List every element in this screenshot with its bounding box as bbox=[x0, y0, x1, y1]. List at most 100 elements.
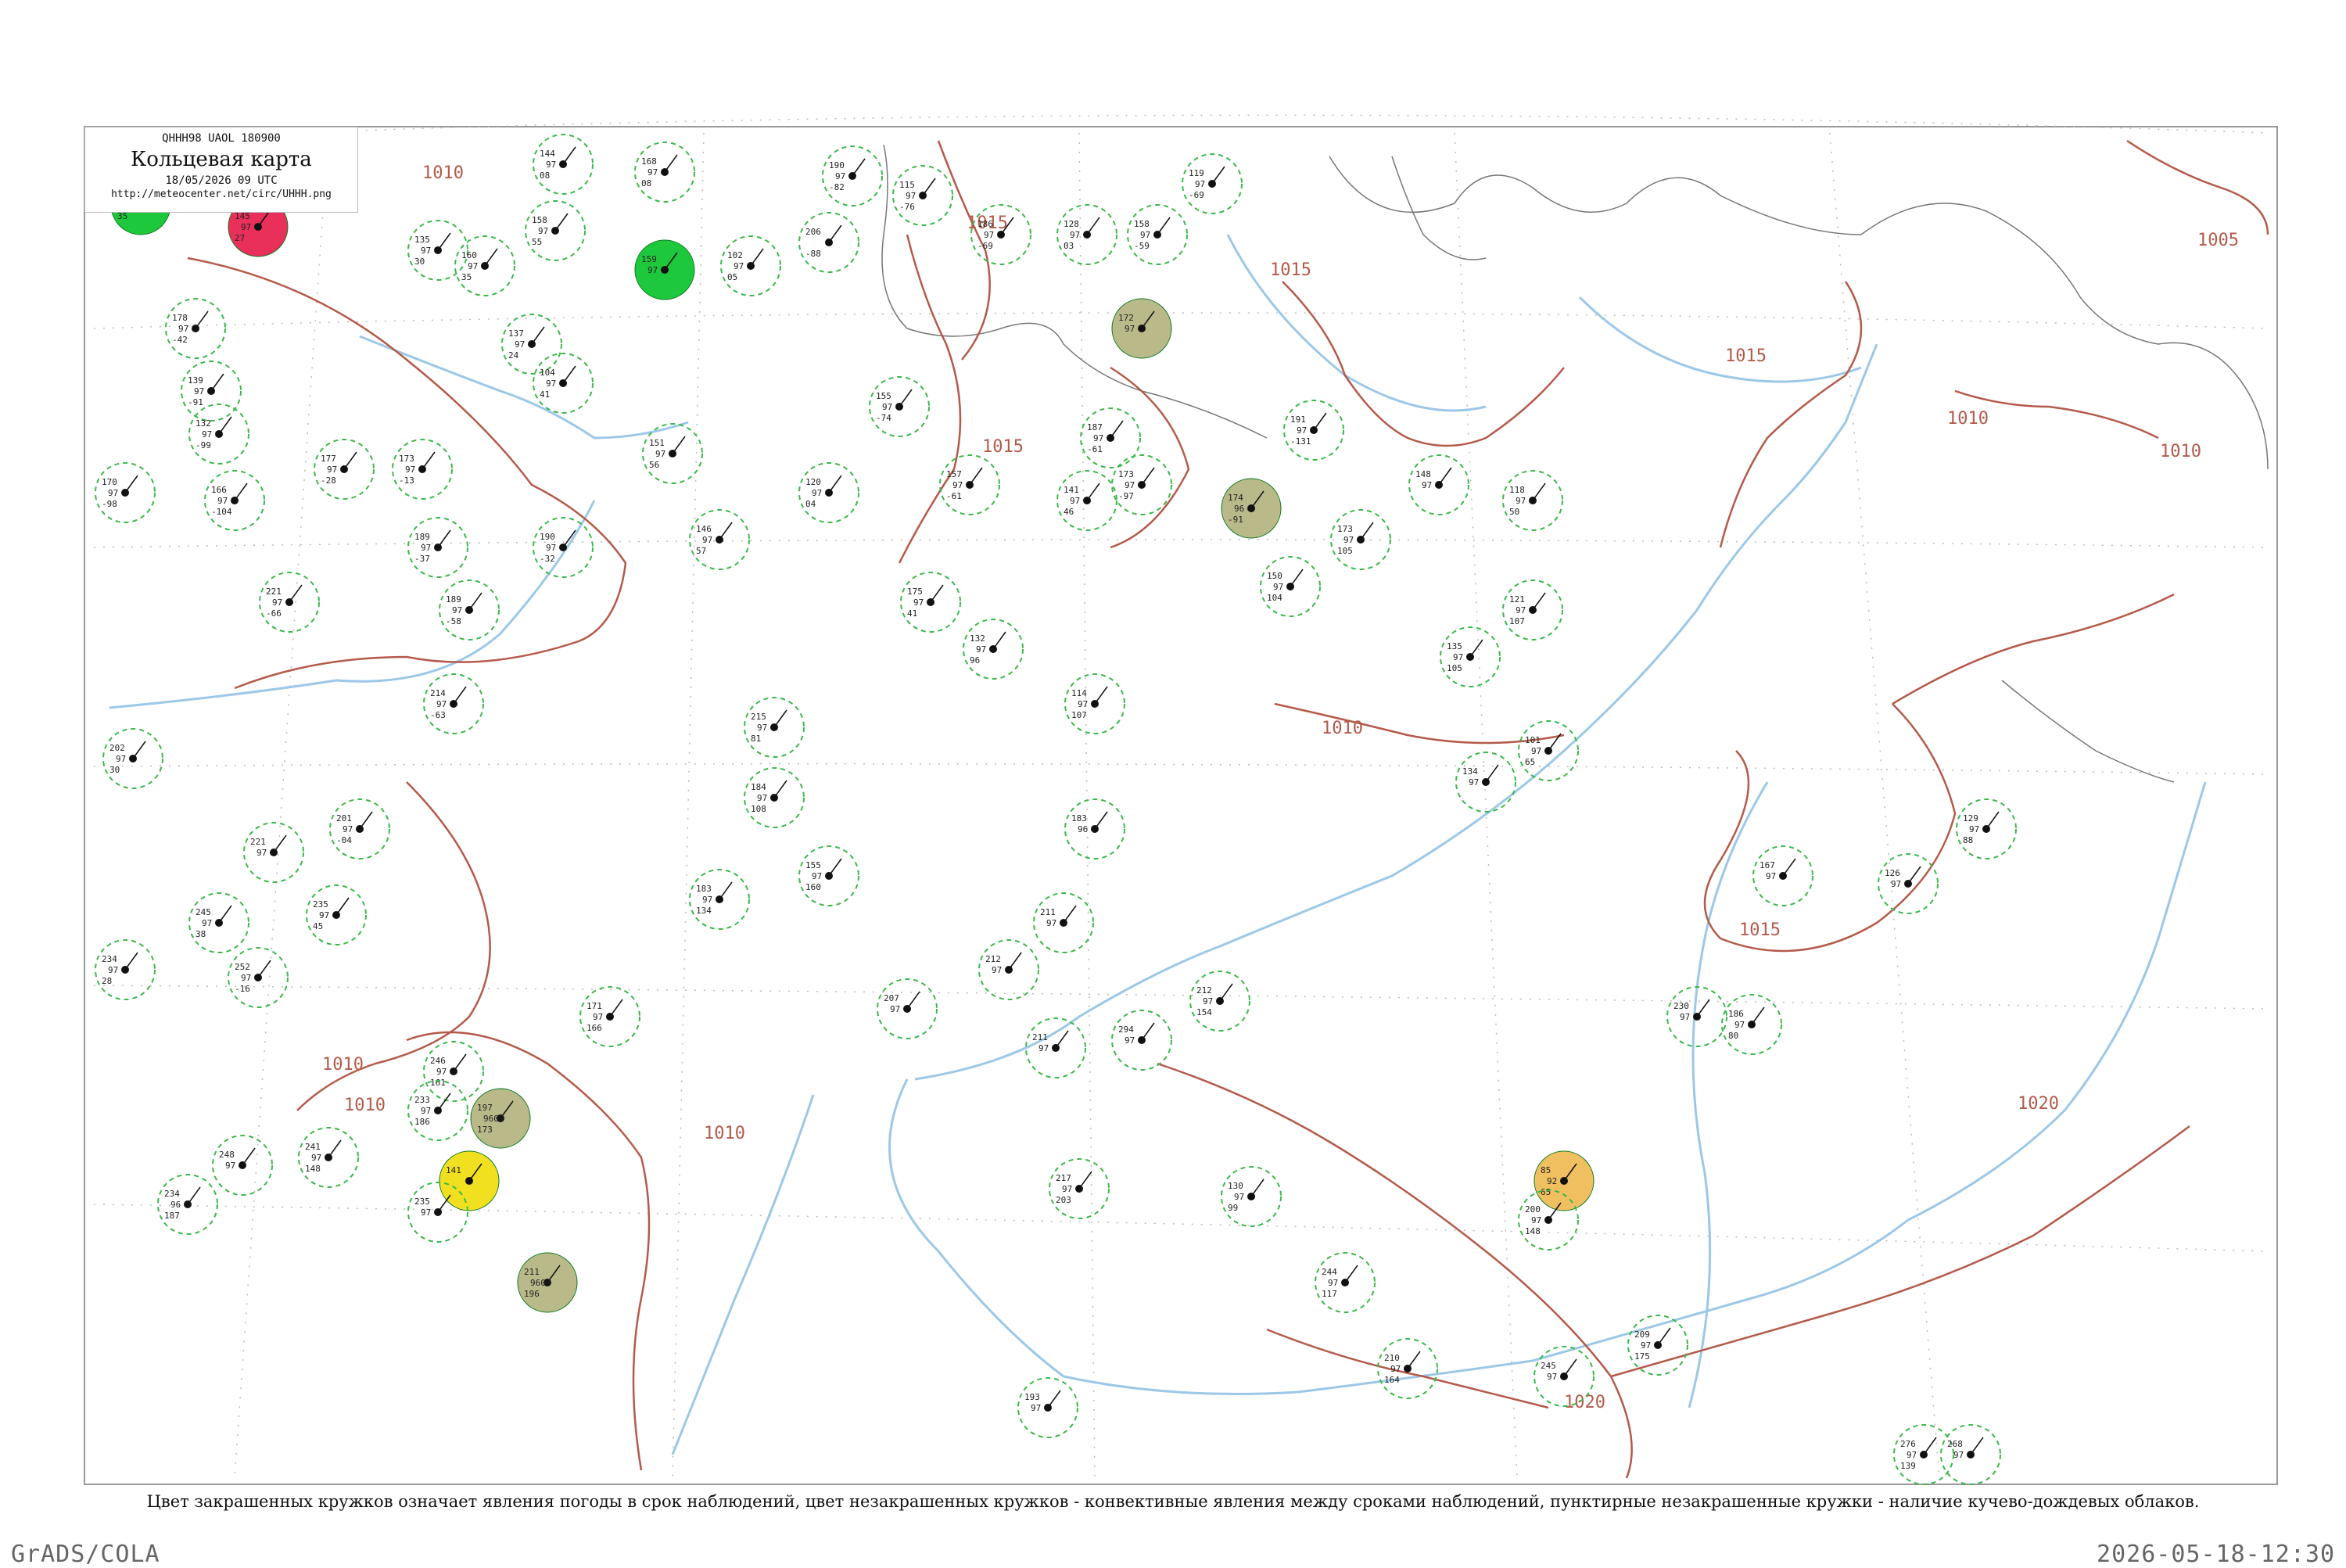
station-temperature: 9600 bbox=[530, 1278, 551, 1288]
station-temperature: 97 bbox=[1453, 652, 1463, 662]
station-dewpoint: 107 bbox=[1509, 616, 1525, 626]
station-dewpoint: 148 bbox=[1525, 1226, 1541, 1236]
station-pressure: 189 bbox=[446, 594, 461, 605]
isobar-label: 1020 bbox=[2018, 1094, 2059, 1114]
station-temperature: 97 bbox=[1070, 496, 1080, 506]
station-dewpoint: 108 bbox=[751, 804, 766, 814]
station-pressure: 206 bbox=[805, 227, 821, 237]
station-pressure: 166 bbox=[211, 485, 227, 495]
station-dewpoint: 30 bbox=[109, 765, 120, 775]
station-dewpoint: -61 bbox=[946, 491, 962, 501]
station-pressure: 174 bbox=[1228, 493, 1243, 503]
map-date: 18/05/2026 09 UTC bbox=[165, 174, 278, 187]
station-pressure: 212 bbox=[985, 954, 1001, 964]
station-temperature: 97 bbox=[405, 465, 415, 475]
station-pressure: 183 bbox=[696, 884, 712, 894]
station-temperature: 97 bbox=[1641, 1340, 1651, 1351]
station-pressure: 200 bbox=[1525, 1204, 1541, 1215]
map-border bbox=[84, 126, 2278, 1485]
station-pressure: 215 bbox=[751, 712, 766, 722]
station-dewpoint: -82 bbox=[829, 182, 845, 192]
station-pressure: 248 bbox=[219, 1150, 235, 1160]
station-dewpoint: 46 bbox=[1064, 507, 1074, 517]
station-dewpoint: -97 bbox=[1118, 491, 1134, 501]
isobar-label: 1010 bbox=[1322, 719, 1363, 738]
station-pressure: 130 bbox=[1228, 1181, 1243, 1191]
station-pressure: 244 bbox=[1322, 1267, 1337, 1277]
station-temperature: 97 bbox=[116, 754, 126, 764]
map-legend-box: QHHH98 UAOL 180900 Кольцевая карта 18/05… bbox=[84, 127, 358, 213]
station-temperature: 97 bbox=[1516, 496, 1526, 506]
station-pressure: 155 bbox=[876, 391, 891, 401]
station-pressure: 276 bbox=[1900, 1439, 1916, 1449]
station-temperature: 97 bbox=[202, 429, 212, 440]
isobar-label: 1015 bbox=[1270, 260, 1311, 280]
station-dewpoint: -74 bbox=[876, 413, 891, 423]
station-pressure: 221 bbox=[250, 837, 266, 847]
station-temperature: 97 bbox=[1343, 535, 1354, 545]
station-pressure: 173 bbox=[399, 454, 414, 464]
station-temperature: 97 bbox=[468, 261, 478, 271]
station-temperature: 97 bbox=[1038, 1043, 1049, 1053]
station-pressure: 132 bbox=[196, 418, 211, 429]
station-temperature: 97 bbox=[1547, 1372, 1557, 1382]
station-temperature: 97 bbox=[812, 488, 822, 498]
station-pressure: 235 bbox=[313, 899, 328, 910]
station-pressure: 184 bbox=[751, 782, 766, 792]
station-pressure: 245 bbox=[1541, 1361, 1556, 1371]
station-dewpoint: -32 bbox=[540, 554, 555, 564]
station-temperature: 97 bbox=[1516, 605, 1526, 615]
station-pressure: 212 bbox=[1196, 985, 1212, 996]
station-temperature: 97 bbox=[343, 824, 353, 834]
station-pressure: 211 bbox=[1032, 1032, 1048, 1042]
station-temperature: 97 bbox=[1969, 824, 1979, 834]
station-dewpoint: 41 bbox=[907, 608, 917, 619]
station-temperature: 97 bbox=[702, 535, 712, 545]
station-dewpoint: 03 bbox=[1064, 241, 1074, 251]
station-temperature: 97 bbox=[1093, 433, 1103, 443]
station-temperature: 97 bbox=[1328, 1278, 1338, 1288]
station-dewpoint: 81 bbox=[751, 734, 761, 744]
station-dewpoint: 30 bbox=[414, 257, 425, 267]
station-temperature: 97 bbox=[272, 597, 282, 608]
station-temperature: 97 bbox=[421, 543, 431, 553]
station-temperature: 97 bbox=[319, 910, 329, 920]
station-pressure: 155 bbox=[805, 860, 821, 870]
station-temperature: 97 bbox=[1070, 230, 1080, 240]
station-pressure: 85 bbox=[1541, 1165, 1551, 1175]
station-pressure: 294 bbox=[1118, 1024, 1134, 1035]
station-dewpoint: -91 bbox=[188, 397, 203, 407]
station-temperature: 97 bbox=[225, 1161, 235, 1171]
station-dewpoint: 107 bbox=[1071, 710, 1087, 720]
station-pressure: 209 bbox=[1634, 1329, 1650, 1340]
station-pressure: 241 bbox=[305, 1142, 321, 1152]
station-pressure: 172 bbox=[1118, 313, 1134, 323]
station-dewpoint: -04 bbox=[336, 835, 352, 845]
station-dewpoint: 27 bbox=[235, 233, 245, 243]
station-temperature: 97 bbox=[108, 488, 118, 498]
station-temperature: 97 bbox=[1078, 699, 1088, 709]
station-dewpoint: -58 bbox=[446, 616, 461, 626]
station-dewpoint: -91 bbox=[1228, 515, 1243, 525]
station-dewpoint: 154 bbox=[1196, 1007, 1212, 1017]
station-pressure: 120 bbox=[805, 477, 821, 487]
station-dewpoint: -76 bbox=[899, 202, 915, 212]
isobar-label: 1020 bbox=[1564, 1393, 1605, 1412]
station-dewpoint: 57 bbox=[696, 546, 706, 556]
station-temperature: 97 bbox=[835, 171, 845, 181]
isobar-label: 1010 bbox=[1947, 409, 1989, 429]
station-pressure: 146 bbox=[696, 524, 712, 534]
station-temperature: 97 bbox=[327, 465, 337, 475]
station-dewpoint: 38 bbox=[196, 929, 206, 939]
station-temperature: 97 bbox=[1125, 480, 1135, 490]
synoptic-map: 1010 1015 1010 1015 1015 1015 1010 1005 1010 1020… bbox=[0, 0, 2346, 1564]
station-temperature: 97 bbox=[515, 339, 525, 350]
station-temperature: 97 bbox=[1390, 1364, 1401, 1374]
station-pressure: 118 bbox=[1509, 485, 1525, 495]
station-temperature: 97 bbox=[1297, 425, 1307, 436]
station-pressure: 115 bbox=[899, 180, 915, 190]
station-temperature: 97 bbox=[1953, 1450, 1964, 1460]
station-temperature: 97 bbox=[436, 699, 447, 709]
station-pressure: 128 bbox=[1064, 219, 1079, 229]
station-pressure: 245 bbox=[196, 907, 211, 917]
